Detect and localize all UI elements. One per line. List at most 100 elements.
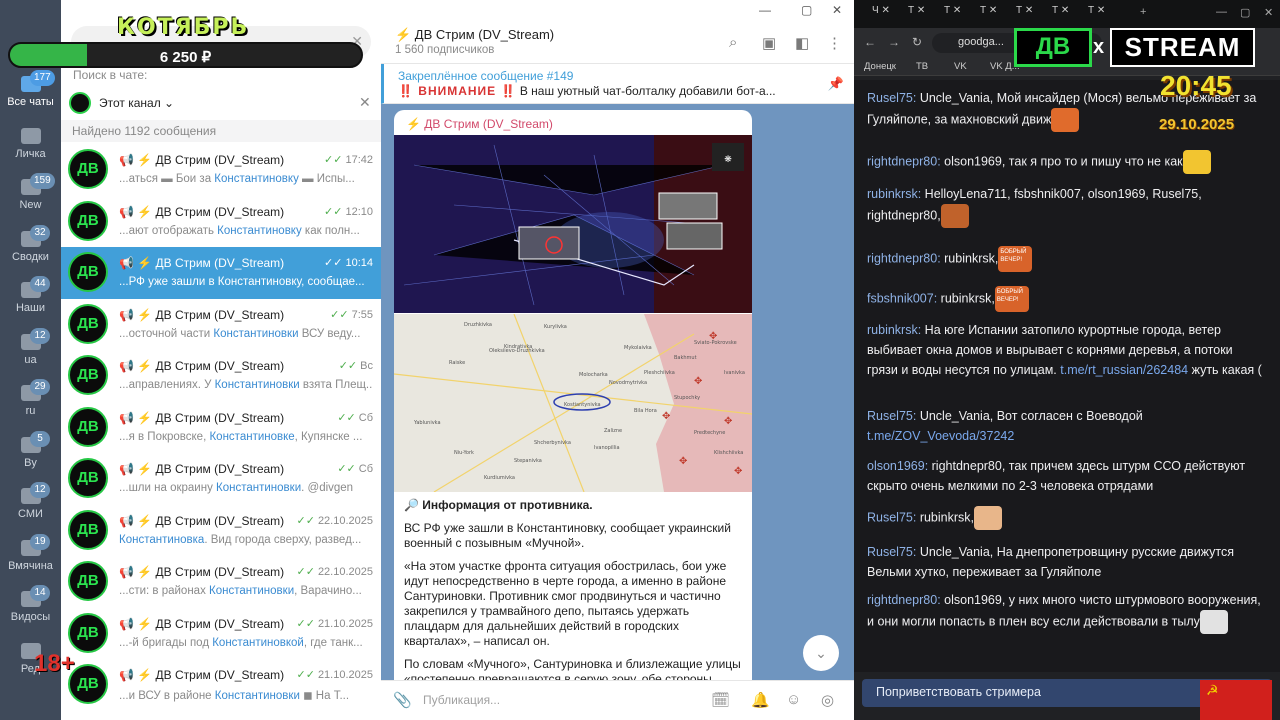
attach-icon[interactable]: 📎 — [393, 691, 412, 709]
search-result-row[interactable]: ДВ 📢 ⚡ ДВ Стрим (DV_Stream) ✓✓ Сб ...шли на … — [61, 453, 381, 505]
maximize-icon[interactable]: ▢ — [1240, 6, 1250, 19]
browser-tab[interactable]: Т ✕ — [1052, 5, 1069, 23]
read-check-icon: ✓✓ — [330, 308, 349, 321]
search-result-row[interactable]: ДВ 📢 ⚡ ДВ Стрим (DV_Stream) ✓✓ 22.10.2025..… — [61, 556, 381, 608]
bookmark[interactable]: ТВ — [916, 61, 928, 72]
logo-x: x — [1093, 36, 1105, 58]
close-filter-icon[interactable]: ✕ — [359, 94, 371, 111]
chat-list-panel: ✕ Поиск в чате: Этот канал ⌄ ✕ Найдено 1… — [61, 0, 381, 720]
schedule-icon[interactable]: 🗓 — [711, 691, 730, 709]
result-snippet: ...я в Покровске, Константиновке, Купянс… — [119, 430, 363, 443]
chat-username[interactable]: Rusel75: — [867, 510, 916, 524]
chat-link[interactable]: t.me/ZOV_Voevoda/37242 — [867, 429, 1014, 443]
search-result-row[interactable]: ДВ 📢 ⚡ ДВ Стрим (DV_Stream) ✓✓ 21.10.2025..… — [61, 608, 381, 660]
search-result-row[interactable]: ДВ 📢 ⚡ ДВ Стрим (DV_Stream) ✓✓ Вс ...аправле… — [61, 350, 381, 402]
chat-username[interactable]: Rusel75: — [867, 409, 916, 423]
more-icon[interactable]: ⋮ — [827, 34, 842, 52]
folder-1[interactable]: Личка — [0, 120, 61, 171]
chat-username[interactable]: rightdnepr80: — [867, 251, 941, 265]
svg-text:✥: ✥ — [724, 416, 732, 427]
search-result-row[interactable]: ДВ 📢 ⚡ ДВ Стрим (DV_Stream) ✓✓ 21.10.2025..… — [61, 659, 381, 711]
chat-username[interactable]: Rusel75: — [867, 91, 916, 105]
browser-tab[interactable]: Ч ✕ — [872, 5, 890, 23]
composer-input[interactable]: Публикация... — [423, 693, 500, 707]
scroll-down-button[interactable]: ⌄ — [803, 635, 839, 671]
folder-7[interactable]: By 5 — [0, 429, 61, 480]
search-in-chat-label: Поиск в чате: — [73, 68, 148, 82]
pin-icon[interactable]: 📌 — [828, 76, 844, 92]
minimize-icon[interactable]: — — [759, 3, 771, 17]
result-snippet: ...РФ уже зашли в Константиновку, сообща… — [119, 276, 365, 288]
result-title: 📢 ⚡ ДВ Стрим (DV_Stream) — [119, 668, 285, 682]
emoji-icon[interactable]: ☺ — [786, 691, 801, 708]
result-title: 📢 ⚡ ДВ Стрим (DV_Stream) — [119, 204, 285, 219]
chat-username[interactable]: rubinkrsk: — [867, 323, 921, 337]
highlighted-term: Константиновки — [214, 690, 300, 702]
folder-2[interactable]: New 159 — [0, 171, 61, 222]
unread-badge: 32 — [30, 224, 50, 241]
svg-text:✥: ✥ — [694, 376, 702, 387]
chat-username[interactable]: fsbshnik007: — [867, 291, 937, 305]
unread-badge: 5 — [30, 430, 50, 447]
back-icon[interactable]: ← — [864, 35, 876, 49]
search-result-row[interactable]: ДВ 📢 ⚡ ДВ Стрим (DV_Stream) ✓✓ 7:55 ...осточ… — [61, 299, 381, 351]
chat-username[interactable]: rightdnepr80: — [867, 593, 941, 607]
map-label: Kurdiumivka — [484, 475, 515, 481]
close-icon[interactable]: ✕ — [832, 3, 842, 17]
maximize-icon[interactable]: ▢ — [801, 3, 812, 17]
folder-0[interactable]: Все чаты 177 — [0, 68, 61, 119]
search-icon[interactable]: ⌕ — [729, 34, 737, 51]
bell-icon[interactable]: 🔔 — [751, 691, 770, 709]
chat-message: rubinkrsk: На юге Испании затопило курор… — [867, 320, 1263, 380]
search-result-row[interactable]: ДВ 📢 ⚡ ДВ Стрим (DV_Stream) ✓✓ 12:10 ...ают … — [61, 196, 381, 248]
city-map-image[interactable]: ❋ — [394, 135, 752, 313]
folder-6[interactable]: ru 29 — [0, 377, 61, 428]
result-snippet: ...и ВСУ в районе Константиновки ◼ На Т.… — [119, 690, 350, 702]
front-map-image[interactable]: ✥✥✥✥✥✥ Druzhkivka KurylivkaOleksiievo-Dru… — [394, 314, 752, 492]
live-stream-icon[interactable]: ▣ — [762, 34, 776, 52]
browser-tab[interactable]: Т ✕ — [1016, 5, 1033, 23]
unread-badge: 177 — [30, 70, 55, 86]
read-check-icon: ✓✓ — [296, 566, 315, 578]
bookmark[interactable]: VK — [954, 61, 967, 72]
bookmark[interactable]: Донецк — [864, 61, 896, 72]
folder-10[interactable]: Видосы 14 — [0, 583, 61, 634]
chat-username[interactable]: rubinkrsk: — [867, 187, 921, 201]
browser-tab[interactable]: Т ✕ — [944, 5, 961, 23]
pinned-message[interactable]: Закреплённое сообщение #149 ‼️ ВНИМАНИЕ … — [381, 64, 854, 104]
map-label: Bakhmut — [674, 355, 697, 361]
highlighted-term: Константиновку — [217, 224, 302, 237]
chat-username[interactable]: Rusel75: — [867, 545, 916, 559]
bobr-emote-icon: БОБРЫЙ ВЕЧЕР! — [994, 286, 1029, 312]
result-snippet: Константиновка. Вид города сверху, разве… — [119, 533, 362, 546]
browser-tab[interactable]: Т ✕ — [1088, 5, 1105, 23]
search-result-row[interactable]: ДВ 📢 ⚡ ДВ Стрим (DV_Stream) ✓✓ 10:14 ...РФ у… — [61, 247, 381, 299]
chat-header[interactable]: ⚡ ДВ Стрим (DV_Stream) 1 560 подписчиков… — [381, 20, 854, 64]
folder-8[interactable]: СМИ 12 — [0, 480, 61, 531]
folder-9[interactable]: Вмячина 19 — [0, 532, 61, 583]
highlighted-term: Константиновки — [213, 327, 299, 340]
browser-tab[interactable]: Т ✕ — [980, 5, 997, 23]
new-tab-icon[interactable]: + — [1140, 6, 1146, 18]
result-time: ✓✓ 21.10.2025 — [296, 669, 374, 681]
chat-username[interactable]: olson1969: — [867, 459, 928, 473]
chat-link[interactable]: t.me/rt_russian/262484 — [1060, 363, 1188, 377]
folder-4[interactable]: Наши 44 — [0, 274, 61, 325]
map-label: Sviato-Pokrovske — [694, 340, 737, 346]
minimize-icon[interactable]: — — [1216, 6, 1227, 18]
search-result-row[interactable]: ДВ 📢 ⚡ ДВ Стрим (DV_Stream) ✓✓ 22.10.2025 Ко… — [61, 505, 381, 557]
folder-5[interactable]: ua 12 — [0, 326, 61, 377]
result-snippet: ...осточной части Константиновки ВСУ вед… — [119, 327, 361, 340]
browser-tab[interactable]: Т ✕ — [908, 5, 925, 23]
chat-title: ⚡ ДВ Стрим (DV_Stream) — [395, 27, 555, 42]
sidebar-toggle-icon[interactable]: ◧ — [795, 34, 809, 52]
reload-icon[interactable]: ↻ — [912, 35, 922, 49]
search-result-row[interactable]: ДВ 📢 ⚡ ДВ Стрим (DV_Stream) ✓✓ 17:42 ...атьс… — [61, 144, 381, 196]
forward-icon[interactable]: → — [888, 35, 900, 49]
folder-3[interactable]: Сводки 32 — [0, 223, 61, 274]
camera-icon[interactable]: ◎ — [821, 691, 834, 709]
close-icon[interactable]: ✕ — [1264, 6, 1273, 19]
search-result-row[interactable]: ДВ 📢 ⚡ ДВ Стрим (DV_Stream) ✓✓ Сб ...я в Пок… — [61, 402, 381, 454]
chat-username[interactable]: rightdnepr80: — [867, 154, 941, 168]
donation-progress: 6 250 ₽ — [8, 42, 363, 68]
